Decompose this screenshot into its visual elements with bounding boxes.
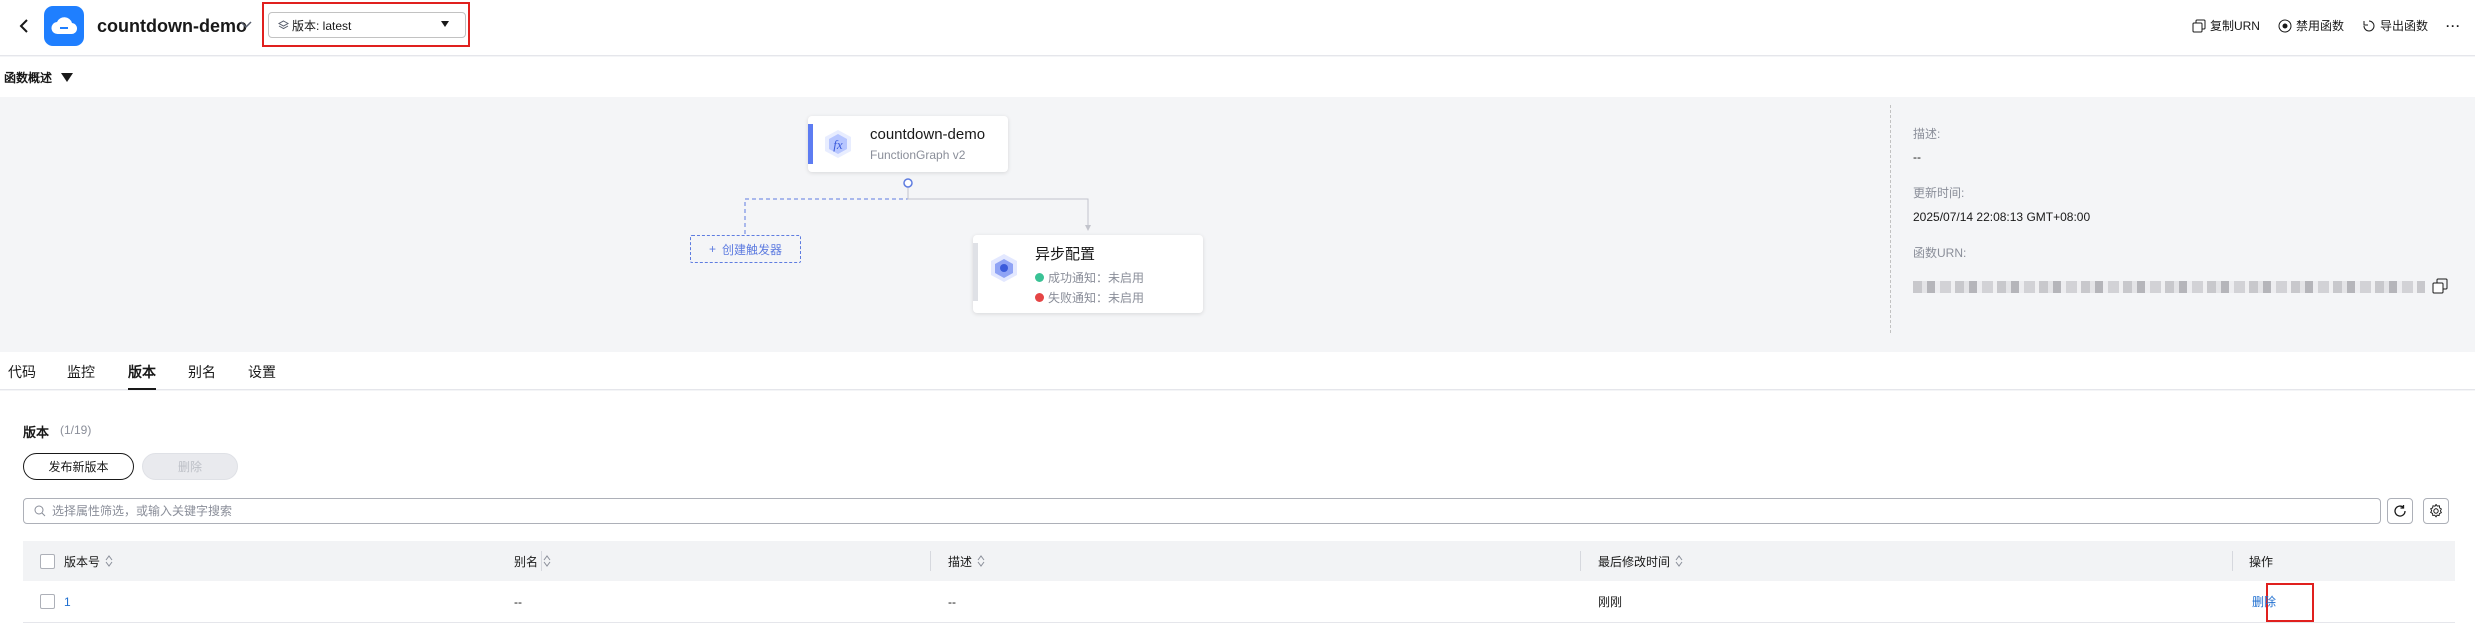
settings-button[interactable]	[2423, 498, 2449, 524]
failure-notify-row: 失败通知：未启用	[1035, 289, 1144, 306]
create-trigger-label: 创建触发器	[722, 242, 783, 257]
versions-section: 版本 (1/19) 发布新版本 删除 版本号 别名 描述 最后修改时间	[0, 391, 2475, 628]
header-bar: countdown-demo 版本: latest 复制URN 禁用函数 导出函…	[0, 0, 2475, 56]
column-actions: 操作	[2249, 541, 2273, 581]
copy-urn-button[interactable]: 复制URN	[2192, 17, 2260, 34]
function-node-accent	[808, 124, 813, 164]
column-modified-label: 最后修改时间	[1598, 554, 1671, 569]
caret-down-icon	[441, 21, 449, 27]
disable-icon	[2278, 19, 2292, 32]
export-function-label: 导出函数	[2379, 19, 2428, 33]
description-cell: --	[948, 594, 956, 609]
column-alias-label: 别名	[514, 554, 539, 569]
delete-version-link[interactable]: 删除	[2252, 581, 2276, 622]
failure-status-dot	[1035, 293, 1044, 302]
plus-icon: +	[708, 242, 716, 256]
urn-value-masked	[1913, 281, 2425, 293]
column-version-label: 版本号	[64, 554, 101, 569]
updated-time-value: 2025/07/14 22:08:13 GMT+08:00	[1913, 210, 2091, 224]
column-description[interactable]: 描述	[948, 541, 985, 581]
function-tabs: 代码 监控 版本 别名 设置	[0, 352, 2475, 390]
overview-label: 函数概述	[4, 71, 53, 85]
function-name-title: countdown-demo	[97, 16, 247, 36]
column-divider	[2232, 551, 2233, 571]
async-node-title: 异步配置	[1035, 246, 1096, 263]
header-actions: 复制URN 禁用函数 导出函数 ···	[2192, 17, 2461, 34]
more-icon[interactable]: ···	[2446, 19, 2461, 33]
overview-toggle-icon[interactable]	[61, 73, 73, 82]
versions-title: 版本	[23, 425, 50, 440]
tab-aliases[interactable]: 别名	[188, 362, 216, 390]
column-version[interactable]: 版本号	[64, 541, 113, 581]
row-checkbox[interactable]	[40, 594, 55, 609]
success-notify-row: 成功通知：未启用	[1035, 269, 1144, 286]
function-overview-diagram: fx countdown-demo FunctionGraph v2 + 创建触…	[0, 97, 2475, 352]
version-select-value: 版本: latest	[292, 18, 352, 33]
failure-notify-text: 失败通知：未启用	[1048, 291, 1145, 305]
select-all-cell	[40, 541, 55, 581]
tab-monitor[interactable]: 监控	[67, 362, 95, 390]
description-label: 描述:	[1913, 127, 1941, 141]
back-arrow-icon[interactable]	[12, 14, 36, 38]
create-trigger-button[interactable]: + 创建触发器	[690, 235, 801, 263]
column-modified[interactable]: 最后修改时间	[1598, 541, 1683, 581]
copy-urn-label: 复制URN	[2209, 19, 2260, 33]
gear-icon	[2430, 504, 2442, 518]
updated-time-label: 更新时间:	[1913, 186, 1965, 200]
function-node[interactable]: fx countdown-demo FunctionGraph v2	[808, 116, 1008, 172]
search-bar[interactable]	[23, 498, 2381, 524]
success-status-dot	[1035, 273, 1044, 282]
column-divider	[930, 551, 931, 571]
overview-bar: 函数概述	[0, 57, 2475, 97]
disable-function-label: 禁用函数	[2295, 19, 2344, 33]
function-details-panel: 描述: -- 更新时间: 2025/07/14 22:08:13 GMT+08:…	[1890, 105, 2450, 333]
refresh-button[interactable]	[2387, 498, 2413, 524]
function-logo-icon	[44, 6, 84, 46]
column-alias[interactable]: 别名	[514, 541, 551, 581]
copy-icon[interactable]	[2431, 277, 2449, 295]
urn-label: 函数URN:	[1913, 246, 1967, 260]
version-select[interactable]: 版本: latest	[268, 12, 466, 38]
chevron-down-icon[interactable]	[238, 17, 254, 33]
batch-delete-button: 删除	[142, 453, 238, 480]
row-select-cell	[40, 581, 55, 622]
svg-text:fx: fx	[833, 137, 843, 152]
disable-function-button[interactable]: 禁用函数	[2278, 17, 2344, 34]
export-icon	[2363, 20, 2375, 31]
tab-versions[interactable]: 版本	[128, 362, 156, 390]
export-function-button[interactable]: 导出函数	[2362, 17, 2428, 34]
column-actions-label: 操作	[2249, 554, 2274, 569]
alias-cell: --	[514, 594, 522, 609]
sort-icon	[1675, 555, 1683, 567]
async-config-icon	[991, 254, 1017, 282]
sort-icon	[105, 555, 113, 567]
async-config-node[interactable]: 异步配置 成功通知：未启用 失败通知：未启用	[973, 235, 1203, 313]
async-node-accent	[973, 243, 978, 301]
tab-code[interactable]: 代码	[8, 362, 36, 390]
success-notify-text: 成功通知：未启用	[1048, 271, 1145, 285]
versions-table-header: 版本号 别名 描述 最后修改时间 操作	[23, 541, 2455, 581]
layers-icon	[278, 19, 289, 29]
publish-version-button[interactable]: 发布新版本	[23, 453, 134, 480]
search-icon	[34, 505, 46, 517]
function-node-runtime: FunctionGraph v2	[870, 148, 966, 162]
sort-icon	[543, 555, 551, 567]
version-link[interactable]: 1	[64, 581, 71, 622]
description-value: --	[1913, 150, 1921, 164]
search-input[interactable]	[52, 504, 2380, 518]
refresh-icon	[2394, 505, 2406, 517]
column-description-label: 描述	[948, 554, 973, 569]
function-graph-icon: fx	[825, 130, 851, 158]
function-node-name: countdown-demo	[870, 126, 986, 143]
select-all-checkbox[interactable]	[40, 553, 55, 569]
diagram-connectors	[744, 178, 1091, 236]
sort-icon	[977, 555, 985, 567]
versions-count: (1/19)	[60, 423, 92, 437]
column-divider	[1580, 551, 1581, 571]
modified-time-cell: 刚刚	[1598, 595, 1623, 609]
table-row: 1 -- -- 刚刚 删除	[23, 581, 2455, 623]
copy-icon	[2192, 19, 2206, 32]
tab-settings[interactable]: 设置	[248, 362, 276, 390]
